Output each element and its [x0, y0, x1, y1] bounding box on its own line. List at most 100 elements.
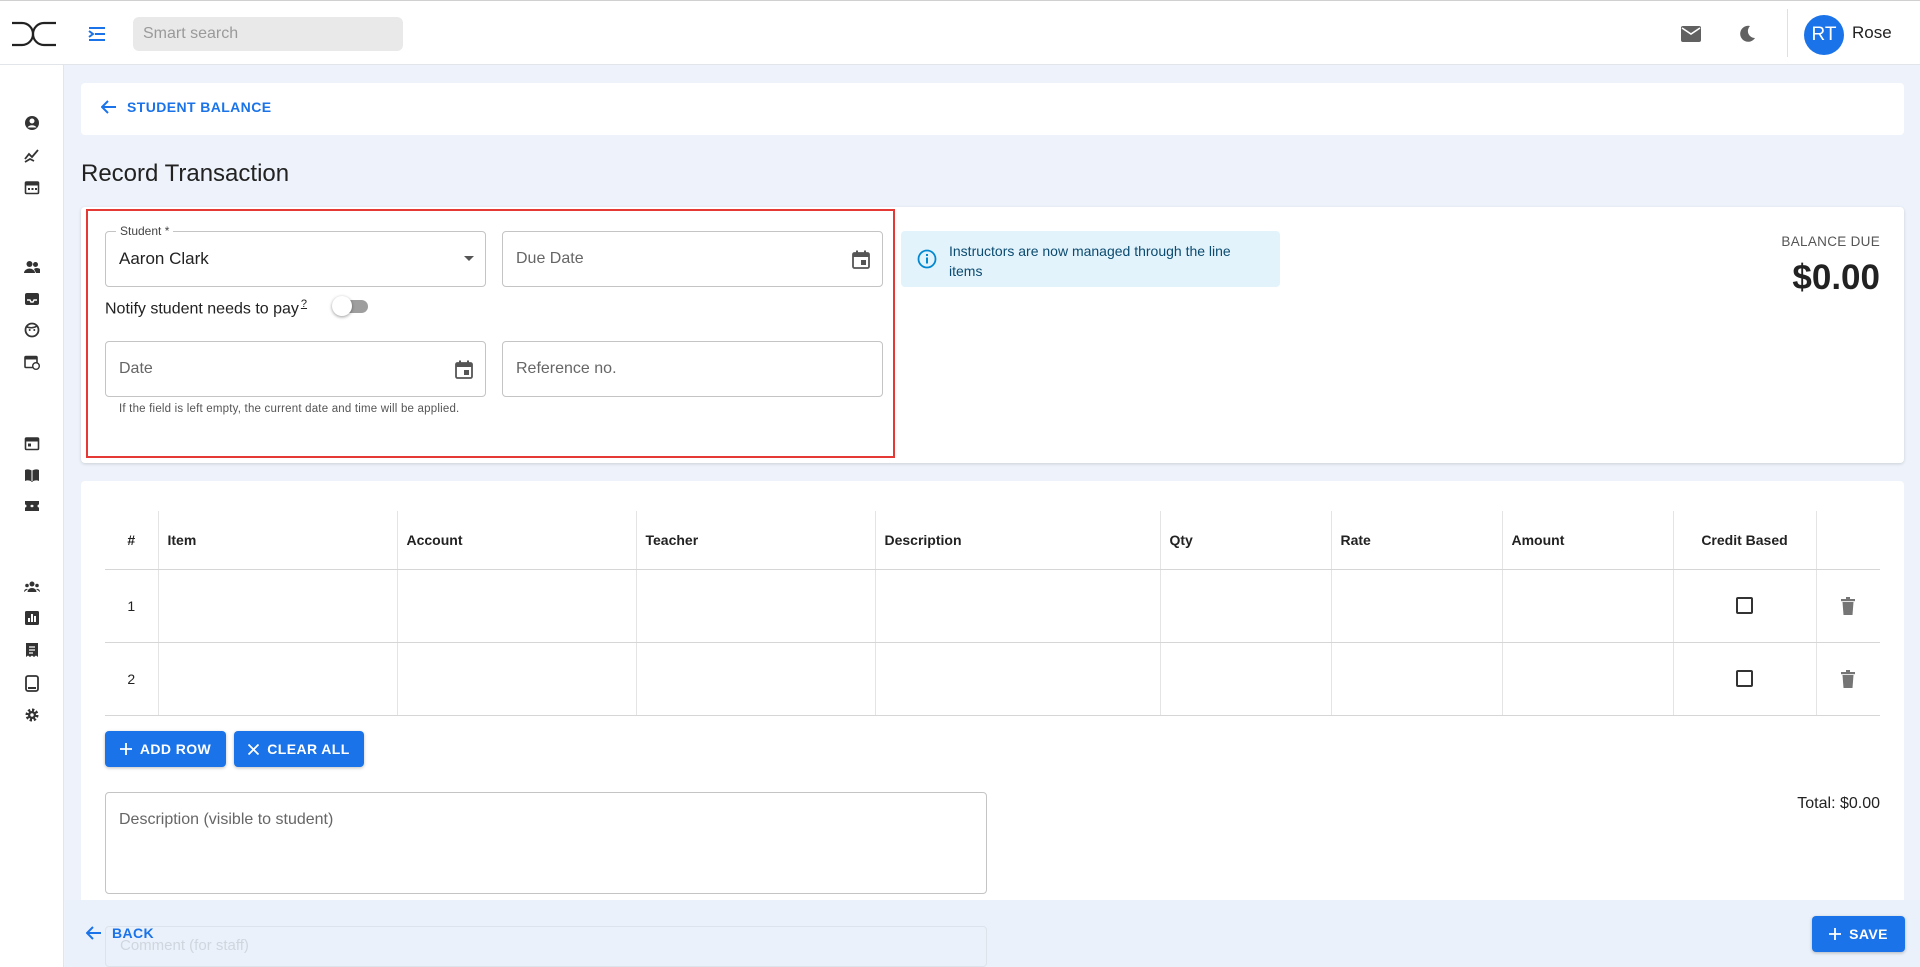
event-clock-icon[interactable] — [22, 352, 42, 372]
credit-based-checkbox[interactable] — [1736, 670, 1753, 688]
breadcrumb-label: STUDENT BALANCE — [127, 99, 272, 115]
clear-all-label: CLEAR ALL — [267, 741, 350, 757]
top-bar: RT Rose — [0, 0, 1920, 65]
receipt-icon[interactable] — [22, 640, 42, 660]
col-item: Item — [157, 511, 397, 570]
reference-placeholder: Reference no. — [516, 360, 617, 377]
ticket-icon[interactable] — [22, 496, 42, 516]
student-select[interactable]: Student * Aaron Clark — [105, 224, 486, 287]
close-icon — [248, 743, 260, 755]
due-date-placeholder: Due Date — [516, 250, 584, 267]
description-field[interactable]: Description (visible to student) — [105, 792, 987, 894]
balance-due-label: BALANCE DUE — [1781, 234, 1880, 249]
account-cell[interactable] — [396, 569, 636, 643]
reference-field[interactable]: Reference no. — [502, 341, 883, 397]
trash-icon[interactable] — [1841, 596, 1856, 615]
search-input[interactable] — [133, 17, 403, 51]
line-items-table: # Item Account Teacher Description Qty R… — [105, 511, 1880, 716]
item-cell[interactable] — [157, 642, 397, 716]
credit-based-checkbox[interactable] — [1736, 597, 1753, 615]
mail-icon[interactable] — [1678, 21, 1704, 47]
add-row-button[interactable]: ADD ROW — [105, 731, 226, 767]
col-qty: Qty — [1159, 511, 1331, 570]
teacher-cell[interactable] — [635, 569, 875, 643]
account-circle-icon[interactable] — [22, 113, 42, 133]
calendar-icon[interactable] — [453, 358, 475, 380]
col-teacher: Teacher — [635, 511, 875, 570]
credit-based-cell — [1672, 569, 1816, 643]
info-icon — [917, 249, 937, 269]
notify-toggle[interactable] — [332, 296, 368, 316]
sidebar — [0, 65, 64, 967]
date-placeholder: Date — [119, 360, 153, 377]
due-date-field[interactable]: Due Date — [502, 231, 883, 287]
qty-cell[interactable] — [1159, 642, 1331, 716]
rate-cell[interactable] — [1330, 642, 1502, 716]
inbox-icon[interactable] — [22, 289, 42, 309]
calendar-icon[interactable] — [22, 177, 42, 197]
col-description: Description — [874, 511, 1160, 570]
tablet-icon[interactable] — [22, 673, 42, 693]
qty-cell[interactable] — [1159, 569, 1331, 643]
people-icon[interactable] — [22, 257, 42, 277]
col-rate: Rate — [1330, 511, 1502, 570]
trending-icon[interactable] — [22, 145, 42, 165]
plus-icon — [1829, 928, 1842, 940]
save-label: SAVE — [1849, 926, 1888, 942]
chevron-down-icon — [458, 248, 480, 270]
info-alert: Instructors are now managed through the … — [901, 231, 1280, 287]
trash-icon[interactable] — [1841, 669, 1856, 688]
date-helper-text: If the field is left empty, the current … — [119, 403, 460, 415]
notify-label: Notify student needs to pay? — [105, 298, 307, 318]
menu-toggle-icon[interactable] — [84, 21, 110, 47]
student-label: Student * — [116, 224, 174, 238]
breadcrumb: STUDENT BALANCE — [81, 83, 1904, 135]
student-value: Aaron Clark — [119, 249, 209, 268]
app-logo-icon[interactable] — [10, 21, 58, 47]
book-icon[interactable] — [22, 465, 42, 485]
header-divider — [1787, 9, 1788, 57]
date-field[interactable]: Date — [105, 341, 486, 397]
table-row: 2 — [105, 642, 1880, 716]
event-icon[interactable] — [22, 433, 42, 453]
teacher-cell[interactable] — [635, 642, 875, 716]
table-row: 1 — [105, 569, 1880, 643]
line-items-card: # Item Account Teacher Description Qty R… — [81, 481, 1904, 967]
item-cell[interactable] — [157, 569, 397, 643]
bar-chart-icon[interactable] — [22, 608, 42, 628]
balance-due-value: $0.00 — [1792, 258, 1880, 297]
username[interactable]: Rose — [1852, 23, 1892, 43]
col-credit-based: Credit Based — [1672, 511, 1816, 570]
account-cell[interactable] — [396, 642, 636, 716]
rate-cell[interactable] — [1330, 569, 1502, 643]
description-cell[interactable] — [874, 569, 1160, 643]
notify-text: Notify student needs to pay — [105, 300, 299, 318]
arrow-back-icon — [101, 100, 116, 114]
arrow-back-icon — [86, 926, 101, 940]
amount-cell — [1501, 569, 1673, 643]
avatar[interactable]: RT — [1804, 15, 1844, 55]
delete-cell — [1815, 642, 1880, 716]
row-number: 2 — [105, 642, 158, 716]
description-placeholder: Description (visible to student) — [119, 811, 334, 828]
calendar-icon[interactable] — [850, 248, 872, 270]
amount-cell — [1501, 642, 1673, 716]
student-balance-link[interactable]: STUDENT BALANCE — [101, 99, 271, 115]
face-icon[interactable] — [22, 320, 42, 340]
back-button[interactable]: BACK — [86, 925, 154, 941]
dark-mode-icon[interactable] — [1734, 21, 1760, 47]
row-number: 1 — [105, 569, 158, 643]
col-actions — [1815, 511, 1880, 570]
notify-hint[interactable]: ? — [301, 298, 307, 310]
description-cell[interactable] — [874, 642, 1160, 716]
col-number: # — [105, 511, 158, 570]
table-header-row: # Item Account Teacher Description Qty R… — [105, 511, 1880, 570]
clear-all-button[interactable]: CLEAR ALL — [234, 731, 364, 767]
back-label: BACK — [112, 925, 155, 941]
groups-icon[interactable] — [22, 577, 42, 597]
toggle-thumb — [332, 296, 352, 316]
save-button[interactable]: SAVE — [1812, 916, 1905, 952]
gear-icon[interactable] — [22, 705, 42, 725]
add-row-label: ADD ROW — [139, 741, 212, 757]
page-title: Record Transaction — [81, 160, 290, 187]
